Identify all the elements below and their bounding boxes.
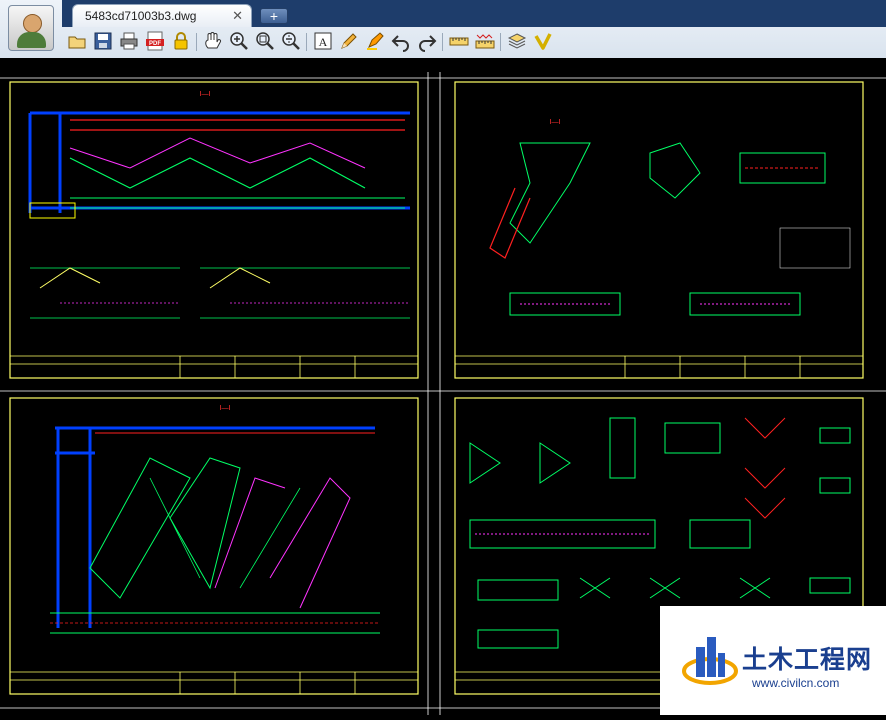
toolbar-separator: [442, 33, 443, 51]
check-icon[interactable]: [532, 30, 554, 52]
sheet-3: Ⅰ—Ⅰ: [10, 405, 418, 694]
undo-icon[interactable]: [390, 30, 412, 52]
sheet-3-frame: [9, 397, 419, 695]
zoom-in-icon[interactable]: [228, 30, 250, 52]
sheet-1: Ⅰ—Ⅰ: [10, 91, 418, 378]
toolbar-separator: [500, 33, 501, 51]
sheet-3-section-title: Ⅰ—Ⅰ: [219, 405, 230, 412]
toolbar-separator: [196, 33, 197, 51]
lock-icon[interactable]: [170, 30, 192, 52]
pan-icon[interactable]: [202, 30, 224, 52]
save-icon[interactable]: [92, 30, 114, 52]
user-avatar[interactable]: [8, 5, 54, 51]
file-tab-title: 5483cd71003b3.dwg: [85, 9, 197, 23]
title-bar: 5483cd71003b3.dwg ✕ + PDF A: [0, 0, 886, 59]
close-tab-icon[interactable]: ✕: [232, 8, 243, 24]
avatar-body: [17, 32, 46, 48]
sheet-2-section-title: Ⅰ—Ⅰ: [549, 119, 560, 126]
text-icon[interactable]: A: [312, 30, 334, 52]
zoom-extents-icon[interactable]: [280, 30, 302, 52]
watermark: 土木工程网 www.civilcn.com: [660, 606, 886, 715]
sheet-1-frame: [9, 81, 419, 379]
watermark-logo-icon: [682, 637, 738, 685]
watermark-brand: 土木工程网: [742, 646, 873, 674]
open-icon[interactable]: [66, 30, 88, 52]
text-icon-label: A: [319, 35, 328, 49]
new-tab-button[interactable]: +: [260, 8, 288, 24]
pencil-icon[interactable]: [338, 30, 360, 52]
watermark-url: www.civilcn.com: [752, 676, 840, 690]
toolbar-separator: [306, 33, 307, 51]
zoom-window-icon[interactable]: [254, 30, 276, 52]
file-tab[interactable]: 5483cd71003b3.dwg ✕: [72, 4, 252, 27]
measure-area-icon[interactable]: [474, 30, 496, 52]
measure-icon[interactable]: [448, 30, 470, 52]
redo-icon[interactable]: [416, 30, 438, 52]
avatar-head: [23, 14, 42, 33]
pdf-icon-label: PDF: [149, 41, 161, 47]
print-icon[interactable]: [118, 30, 140, 52]
toolbar: PDF A: [62, 29, 882, 55]
sheet-2: Ⅰ—Ⅰ: [455, 119, 863, 378]
layers-icon[interactable]: [506, 30, 528, 52]
sheet-1-section-title: Ⅰ—Ⅰ: [199, 91, 210, 98]
pdf-icon[interactable]: PDF: [144, 30, 166, 52]
highlighter-icon[interactable]: [364, 30, 386, 52]
